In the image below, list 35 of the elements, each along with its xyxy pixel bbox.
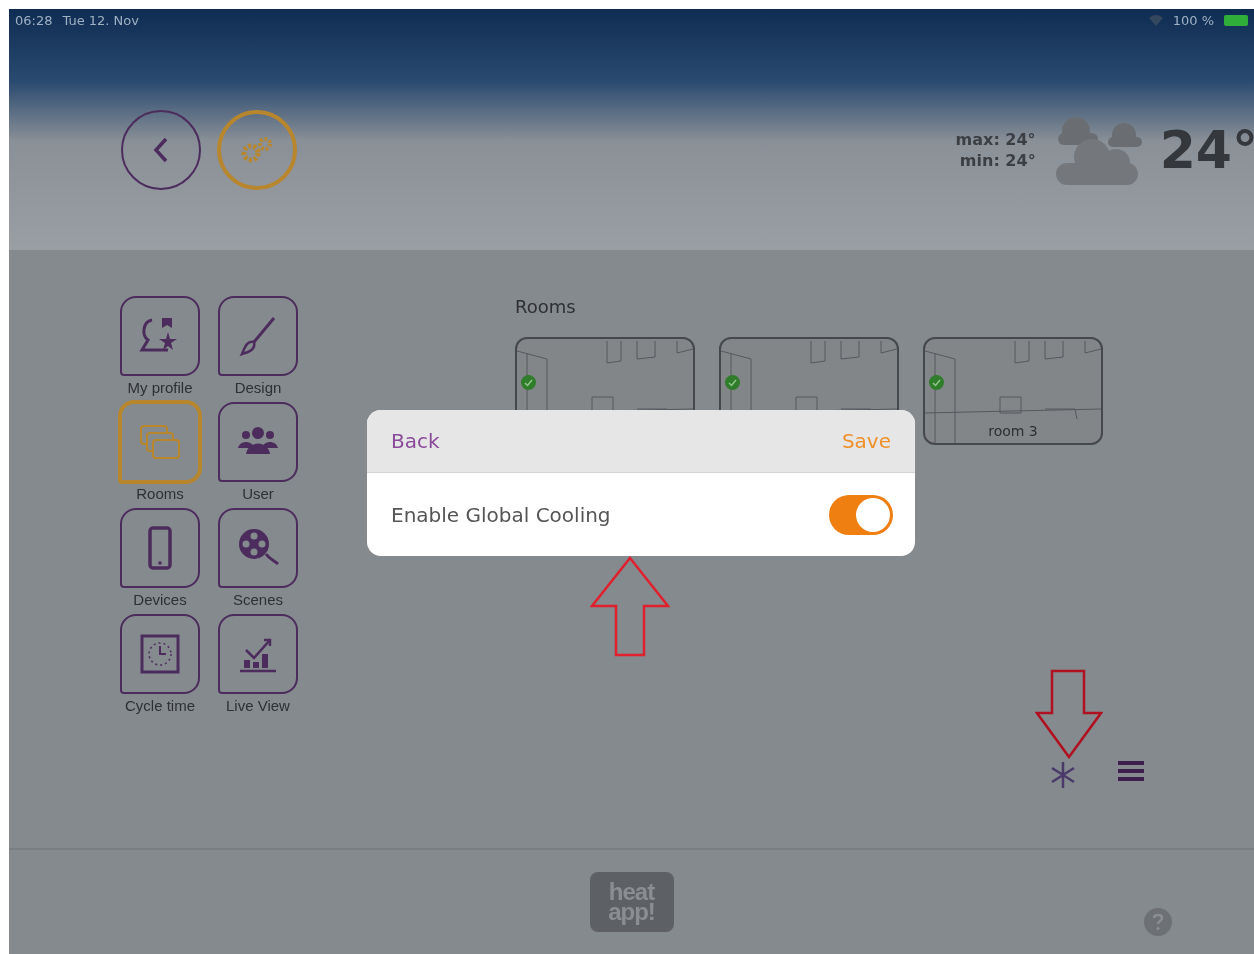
menu-label: Rooms	[136, 485, 184, 502]
battery-icon	[1224, 14, 1248, 26]
menu-tile[interactable]: Rooms	[120, 402, 200, 502]
menu-label: My profile	[127, 379, 193, 396]
battery-percent: 100 %	[1172, 12, 1214, 28]
menu-tile[interactable]: Live View	[218, 614, 298, 714]
status-date: Tue 12. Nov	[62, 12, 139, 28]
menu-label: Devices	[133, 591, 187, 608]
max-temperature: max: 24°	[955, 128, 1036, 150]
menu-tile[interactable]: Devices	[120, 508, 200, 608]
chevron-left-icon	[153, 136, 169, 163]
menu-label: Cycle time	[125, 697, 195, 714]
setting-label: Enable Global Cooling	[391, 502, 611, 527]
current-temperature: 24°	[1159, 119, 1254, 180]
rooms-title: Rooms	[515, 296, 576, 317]
status-time: 06:28	[15, 12, 53, 28]
help-icon	[1151, 913, 1165, 931]
menu-label: User	[242, 485, 274, 502]
cooling-toggle[interactable]	[829, 494, 893, 535]
menu-tile[interactable]: User	[218, 402, 298, 502]
menu-tile[interactable]: Cycle time	[120, 614, 200, 714]
menu-label: Design	[234, 379, 282, 396]
back-button[interactable]	[121, 109, 201, 190]
room-name: room 3	[988, 423, 1038, 439]
wifi-icon	[1148, 14, 1163, 26]
room-card[interactable]: room 3	[923, 337, 1103, 445]
dialog-back-button[interactable]: Back	[391, 429, 440, 453]
menu-icon	[1118, 760, 1144, 782]
clock-icon	[138, 632, 182, 676]
menu-tile[interactable]: My profile	[120, 296, 200, 396]
menu-tile[interactable]: Design	[218, 296, 298, 396]
menu-label: Live View	[226, 697, 290, 714]
menu-label: Scenes	[232, 591, 283, 608]
menu-tile[interactable]: Scenes	[218, 508, 298, 608]
min-temperature: min: 24°	[959, 149, 1036, 171]
